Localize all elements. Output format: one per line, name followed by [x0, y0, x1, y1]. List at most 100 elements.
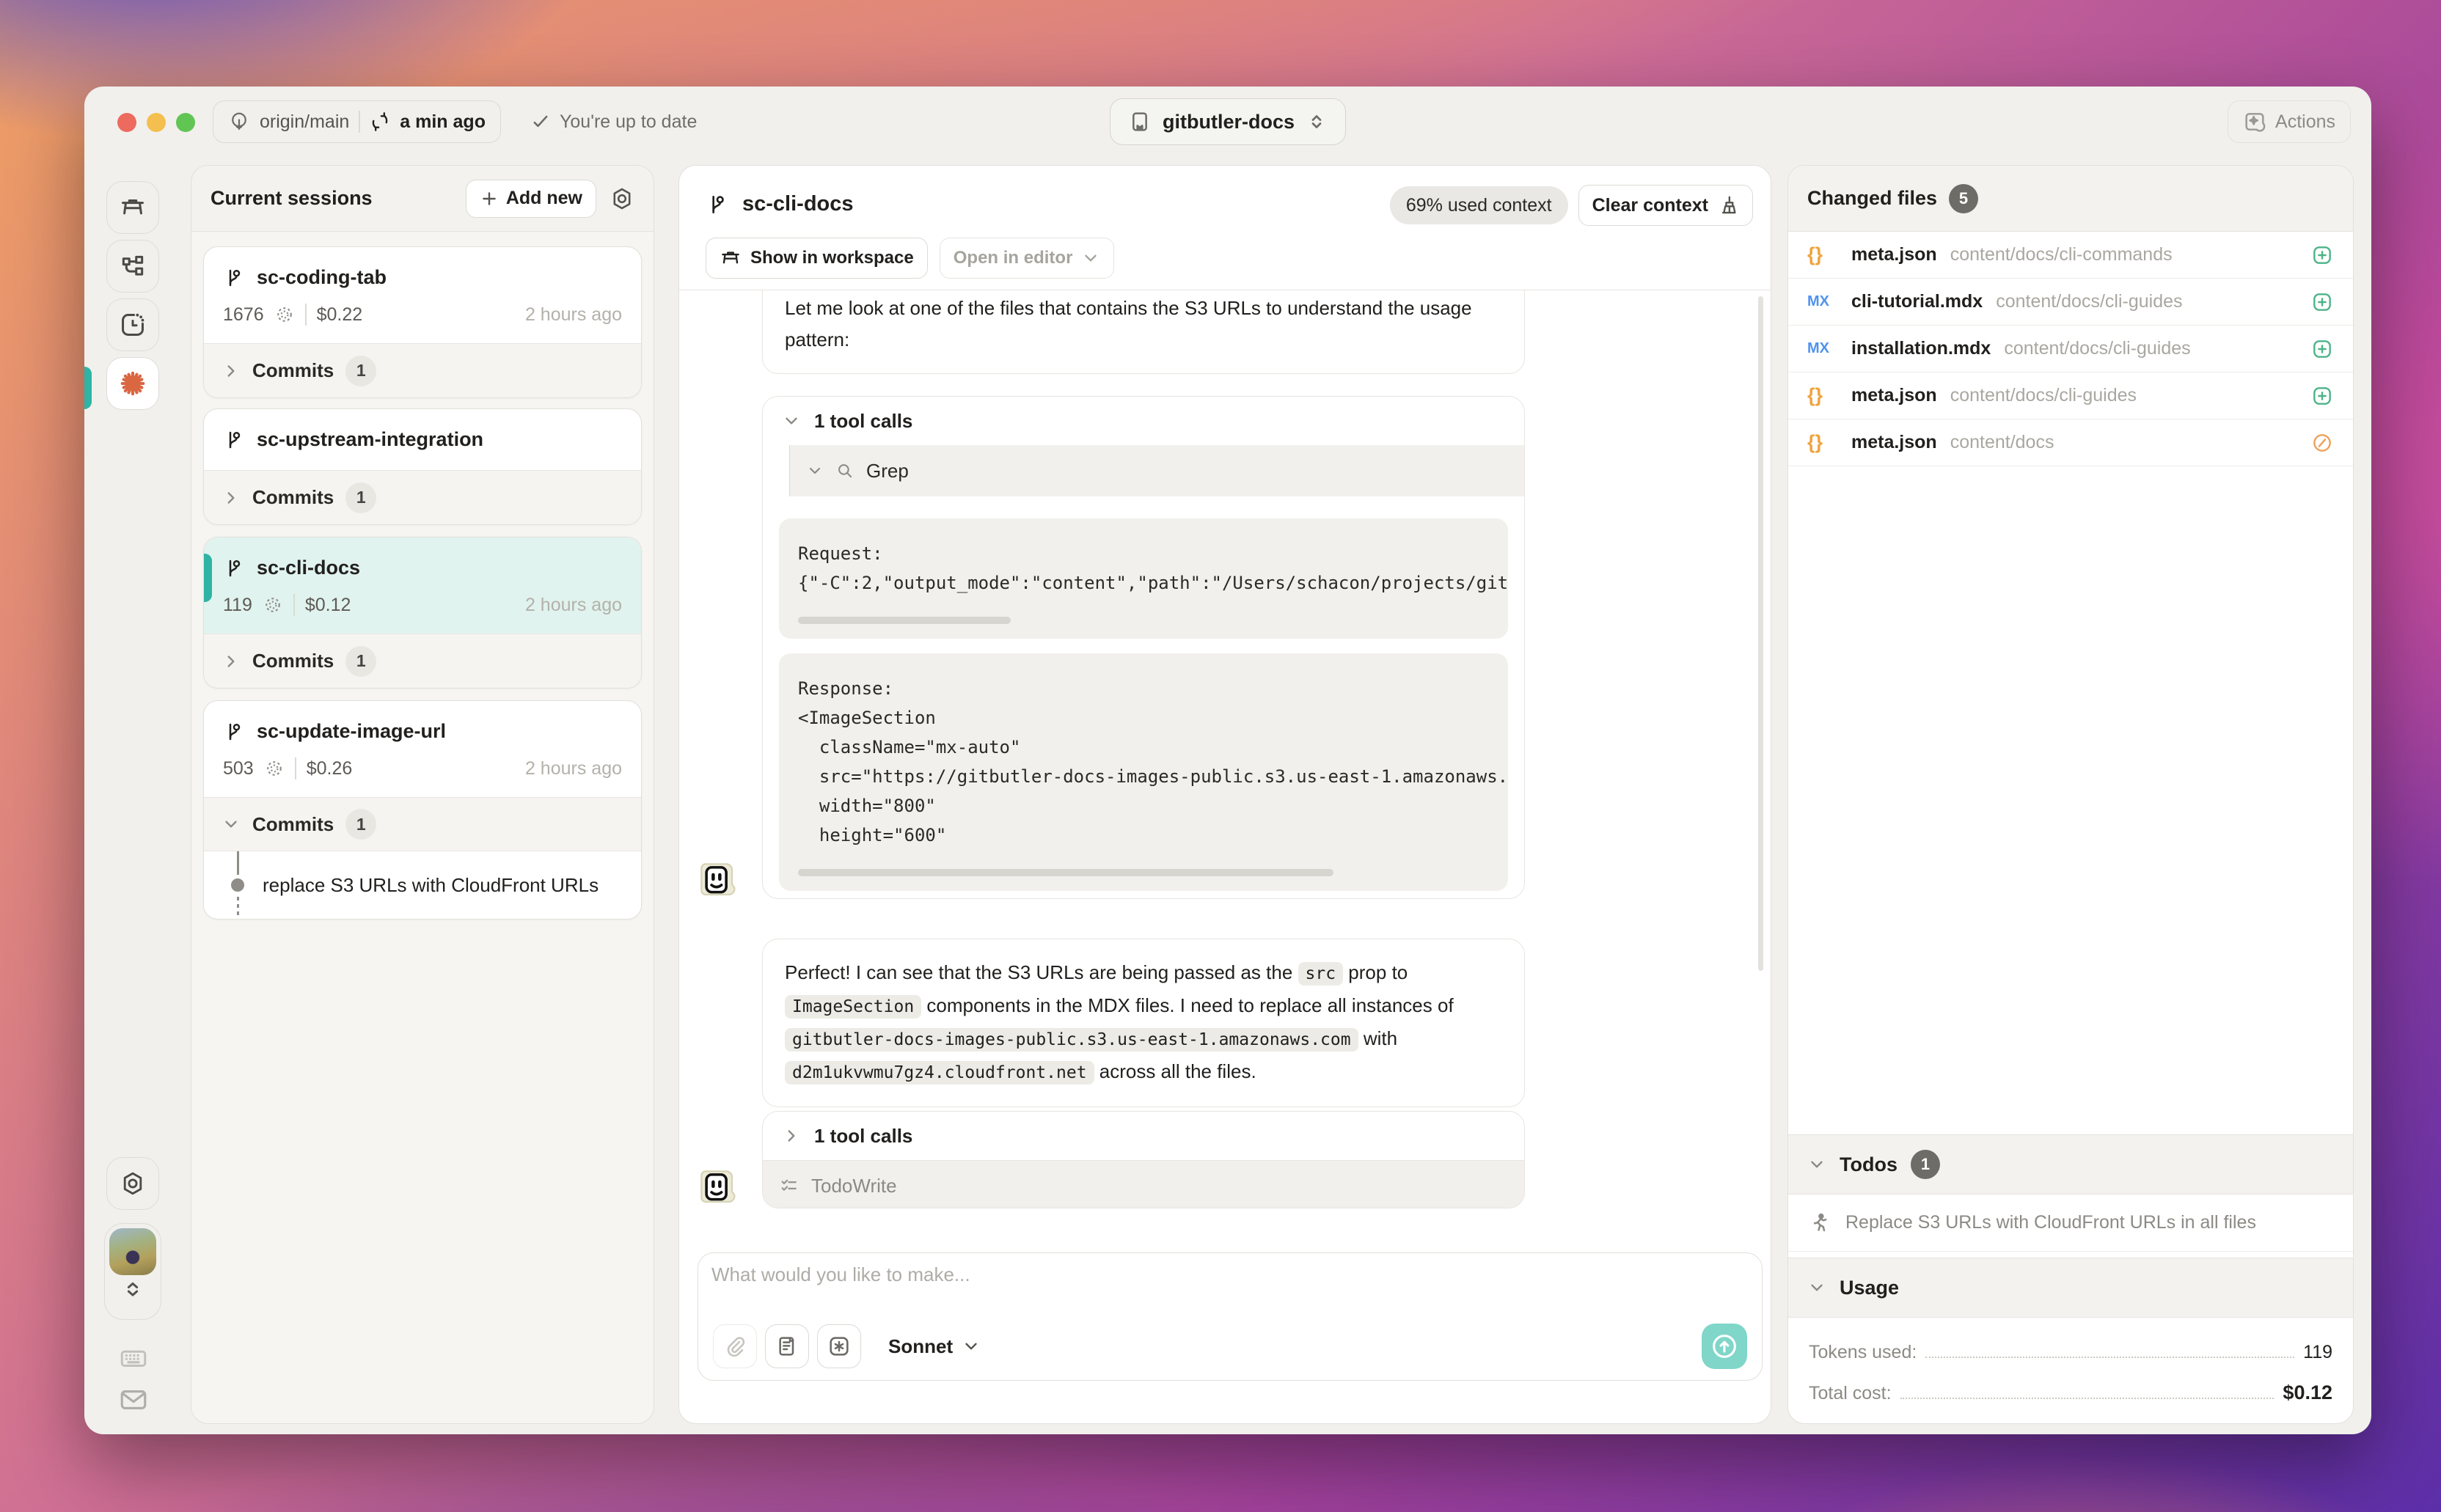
keyboard-shortcuts-button[interactable]	[118, 1343, 149, 1377]
sessions-panel: Current sessions Add new sc-coding-tab 1…	[191, 165, 654, 1424]
model-provider-button[interactable]	[817, 1324, 861, 1368]
session-branch-icon	[229, 431, 241, 448]
todos-header[interactable]: Todos 1	[1788, 1134, 2353, 1194]
changed-file-row[interactable]: {} meta.json content/docs/cli-commands	[1788, 232, 2353, 279]
vertical-scrollbar[interactable]	[1758, 296, 1763, 971]
mdx-file-icon: MX	[1807, 340, 1829, 356]
running-person-icon	[1813, 1213, 1827, 1231]
active-rail-indicator	[84, 367, 92, 409]
file-status-added-icon[interactable]	[2310, 384, 2334, 408]
session-name: sc-cli-docs	[257, 557, 361, 579]
tool-calls-card: 1 tool calls TodoWrite	[762, 1111, 1525, 1208]
grep-tool-row[interactable]: Grep	[790, 445, 1524, 496]
file-status-added-icon[interactable]	[2310, 337, 2334, 361]
horizontal-scrollbar[interactable]	[798, 869, 1333, 876]
rail-ai-sessions-button[interactable]	[106, 357, 159, 410]
changed-file-row[interactable]: {} meta.json content/docs/cli-guides	[1788, 373, 2353, 419]
commit-message[interactable]: replace S3 URLs with CloudFront URLs	[263, 851, 599, 919]
chevron-right-icon	[227, 655, 235, 667]
assistant-message-bubble: Let me look at one of the files that con…	[762, 290, 1525, 374]
rail-history-button[interactable]	[106, 298, 159, 351]
rail-settings-button[interactable]	[106, 1157, 159, 1210]
sessions-header: Current sessions Add new	[191, 166, 654, 232]
message-text: prop to	[1343, 961, 1408, 983]
request-line: {"-C":2,"output_mode":"content","path":"…	[798, 573, 1508, 593]
usage-header[interactable]: Usage	[1788, 1258, 2353, 1318]
file-status-modified-icon[interactable]	[2310, 431, 2334, 455]
updown-chevron-icon	[127, 1282, 139, 1296]
show-in-workspace-button[interactable]: Show in workspace	[706, 238, 928, 279]
todowrite-tool-row[interactable]: TodoWrite	[763, 1160, 1524, 1208]
model-selector[interactable]: Sonnet	[888, 1335, 981, 1358]
stats-divider	[294, 757, 296, 779]
assistant-avatar	[699, 1169, 739, 1208]
tool-calls-toggle[interactable]: 1 tool calls	[763, 397, 1524, 445]
branch-sync-pill[interactable]: origin/main a min ago	[213, 100, 501, 143]
session-card-sc-coding-tab[interactable]: sc-coding-tab 1676 $0.22 2 hours ago Com…	[203, 246, 642, 398]
total-cost-value: $0.12	[2283, 1381, 2332, 1403]
changed-file-row[interactable]: MX cli-tutorial.mdx content/docs/cli-gui…	[1788, 279, 2353, 326]
session-name: sc-update-image-url	[257, 720, 447, 742]
rail-workspace-button[interactable]	[106, 181, 159, 234]
attach-file-button[interactable]	[713, 1324, 757, 1368]
chevron-right-icon	[227, 364, 235, 377]
ai-spark-icon	[830, 1337, 849, 1356]
history-clock-icon	[122, 313, 144, 336]
usage-cost-row: Total cost: $0.12	[1809, 1381, 2332, 1404]
clear-context-button[interactable]: Clear context	[1578, 185, 1753, 226]
actions-button[interactable]: Actions	[2228, 100, 2351, 143]
dotted-leader	[1925, 1357, 2295, 1358]
sessions-settings-icon[interactable]	[610, 186, 634, 211]
todo-item[interactable]: Replace S3 URLs with CloudFront URLs in …	[1788, 1194, 2353, 1252]
tool-calls-toggle[interactable]: 1 tool calls	[763, 1112, 1524, 1160]
commits-toggle[interactable]: Commits 1	[204, 343, 641, 397]
session-branch-icon	[229, 269, 241, 286]
session-card-sc-upstream-integration[interactable]: sc-upstream-integration Commits 1	[203, 408, 642, 525]
session-branch-icon	[229, 723, 241, 740]
rail-branches-button[interactable]	[106, 240, 159, 293]
session-card-sc-update-image-url[interactable]: sc-update-image-url 503 $0.26 2 hours ag…	[203, 700, 642, 920]
token-coin-icon	[277, 307, 292, 322]
json-file-icon: {}	[1807, 431, 1823, 453]
file-status-added-icon[interactable]	[2310, 290, 2334, 314]
up-to-date-label: You're up to date	[560, 111, 698, 132]
token-coin-icon	[266, 598, 280, 612]
context-usage-pill: 69% used context	[1389, 186, 1568, 224]
prompt-templates-button[interactable]	[765, 1324, 809, 1368]
session-card-sc-cli-docs[interactable]: sc-cli-docs 119 $0.12 2 hours ago Commit…	[203, 537, 642, 689]
commits-toggle[interactable]: Commits 1	[204, 797, 641, 851]
total-cost-label: Total cost:	[1809, 1383, 1892, 1403]
inline-code: src	[1298, 962, 1344, 986]
changed-file-row[interactable]: {} meta.json content/docs	[1788, 419, 2353, 466]
model-name: Sonnet	[888, 1335, 954, 1357]
project-selector[interactable]: gitbutler-docs	[1110, 98, 1346, 145]
todo-text: Replace S3 URLs with CloudFront URLs in …	[1845, 1212, 2256, 1233]
file-status-added-icon[interactable]	[2310, 243, 2334, 267]
project-name: gitbutler-docs	[1163, 110, 1295, 133]
open-in-editor-label: Open in editor	[953, 248, 1073, 268]
user-menu[interactable]	[104, 1223, 161, 1320]
feedback-mail-button[interactable]	[118, 1384, 149, 1419]
commits-label: Commits	[252, 650, 334, 672]
chat-input[interactable]	[711, 1263, 1749, 1306]
tool-response-block: Response: <ImageSection className="mx-aut…	[779, 653, 1508, 891]
details-panel: Changed files 5 {} meta.json content/doc…	[1787, 165, 2354, 1424]
commits-toggle[interactable]: Commits 1	[204, 470, 641, 524]
clear-context-label: Clear context	[1592, 194, 1708, 216]
horizontal-scrollbar[interactable]	[798, 617, 1011, 624]
changed-file-row[interactable]: MX installation.mdx content/docs/cli-gui…	[1788, 326, 2353, 373]
open-in-editor-button[interactable]: Open in editor	[939, 238, 1115, 279]
close-window-button[interactable]	[117, 113, 136, 132]
maximize-window-button[interactable]	[176, 113, 195, 132]
bot-smiley-icon	[700, 863, 736, 896]
chat-messages[interactable]: Let me look at one of the files that con…	[679, 290, 1771, 1252]
add-session-button[interactable]: Add new	[465, 179, 596, 218]
minimize-window-button[interactable]	[147, 113, 166, 132]
chevron-down-icon	[1811, 1284, 1823, 1291]
response-line: <ImageSection	[798, 708, 936, 728]
commits-toggle[interactable]: Commits 1	[204, 634, 641, 688]
pill-divider	[359, 111, 361, 133]
send-message-button[interactable]	[1702, 1324, 1747, 1369]
commits-label: Commits	[252, 812, 334, 835]
usage-title: Usage	[1840, 1276, 1900, 1299]
